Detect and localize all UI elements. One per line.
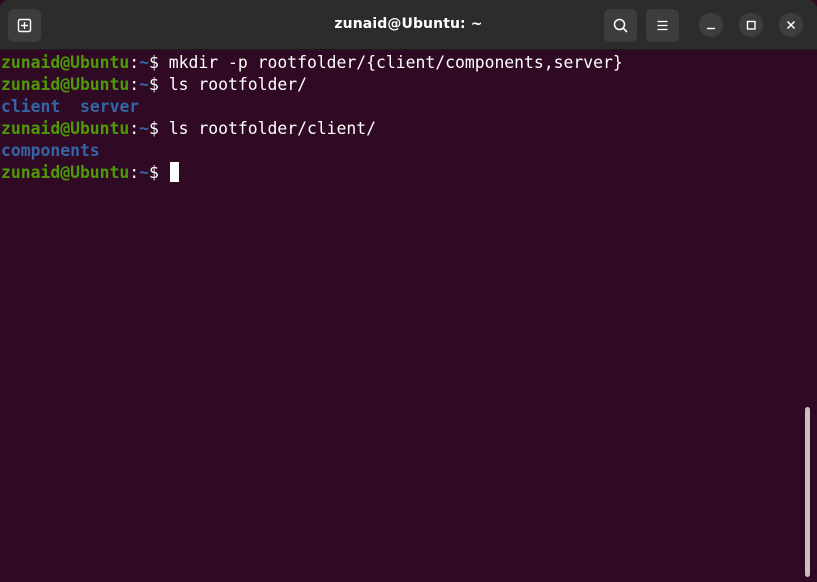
prompt-user-host: zunaid@Ubuntu	[1, 53, 130, 72]
prompt-symbol: $	[149, 75, 169, 94]
prompt-path: ~	[139, 75, 150, 94]
terminal-output-line: client server	[1, 96, 801, 118]
command-text: mkdir -p rootfolder/{client/components,s…	[168, 53, 623, 72]
menu-button[interactable]	[646, 9, 679, 42]
command-text: ls rootfolder/client/	[168, 119, 377, 138]
maximize-button[interactable]	[739, 13, 763, 37]
prompt-path: ~	[139, 53, 150, 72]
minimize-icon	[707, 27, 715, 30]
terminal-line: zunaid@Ubuntu:~$ ls rootfolder/	[1, 74, 801, 96]
terminal-output-line: components	[1, 140, 801, 162]
search-button[interactable]	[604, 9, 637, 42]
prompt-separator: :	[129, 119, 140, 138]
prompt-user-host: zunaid@Ubuntu	[1, 163, 130, 182]
terminal-line: zunaid@Ubuntu:~$ ls rootfolder/client/	[1, 118, 801, 140]
window-title: zunaid@Ubuntu: ~	[334, 16, 483, 32]
search-icon	[613, 18, 628, 33]
prompt-user-host: zunaid@Ubuntu	[1, 119, 130, 138]
close-button[interactable]	[779, 13, 803, 37]
prompt-separator: :	[129, 163, 140, 182]
scrollbar-thumb[interactable]	[805, 407, 810, 577]
terminal-window: zunaid@Ubuntu: ~ zunaid@Ubuntu:~$ mkdir …	[0, 0, 817, 582]
prompt-symbol: $	[149, 53, 169, 72]
prompt-separator: :	[129, 53, 140, 72]
terminal-output[interactable]: zunaid@Ubuntu:~$ mkdir -p rootfolder/{cl…	[1, 52, 801, 580]
prompt-separator: :	[129, 75, 140, 94]
hamburger-menu-icon	[657, 20, 668, 31]
minimize-button[interactable]	[699, 13, 723, 37]
directory-entry: server	[79, 97, 140, 116]
prompt-symbol: $	[149, 119, 169, 138]
close-icon	[786, 20, 796, 30]
command-text: ls rootfolder/	[168, 75, 307, 94]
prompt-path: ~	[139, 119, 150, 138]
prompt-path: ~	[139, 163, 150, 182]
text-cursor	[169, 162, 179, 182]
terminal-active-line[interactable]: zunaid@Ubuntu:~$	[1, 162, 801, 184]
terminal-line: zunaid@Ubuntu:~$ mkdir -p rootfolder/{cl…	[1, 52, 801, 74]
prompt-symbol: $	[149, 163, 169, 182]
directory-entry: client	[1, 97, 61, 116]
directory-entry: components	[1, 141, 100, 160]
title-bar[interactable]: zunaid@Ubuntu: ~	[0, 0, 817, 50]
maximize-icon	[746, 20, 756, 30]
output-gap	[60, 97, 80, 116]
prompt-user-host: zunaid@Ubuntu	[1, 75, 130, 94]
